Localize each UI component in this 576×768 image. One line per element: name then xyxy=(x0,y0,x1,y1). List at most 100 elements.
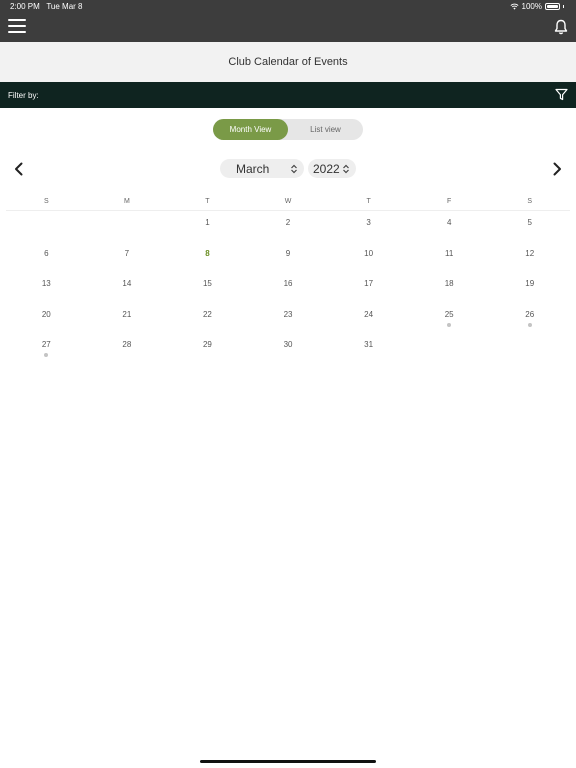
funnel-filter-icon[interactable] xyxy=(555,88,568,101)
calendar-day[interactable]: 13 xyxy=(6,272,87,303)
event-indicator-dot xyxy=(44,353,49,357)
chevron-up-down-icon xyxy=(291,164,297,174)
calendar-day[interactable]: 3 xyxy=(328,211,409,242)
calendar-day[interactable]: 22 xyxy=(167,303,248,334)
calendar-week: 1 2 3 4 5 xyxy=(6,211,570,242)
status-indicators: 100% xyxy=(510,2,564,11)
calendar-day[interactable]: 9 xyxy=(248,242,329,273)
calendar-day[interactable]: 14 xyxy=(87,272,168,303)
chevron-up-down-icon xyxy=(343,164,349,174)
calendar-day-empty xyxy=(6,211,87,242)
calendar-day[interactable]: 11 xyxy=(409,242,490,273)
filter-label: Filter by: xyxy=(8,90,39,100)
day-number: 13 xyxy=(41,279,51,288)
calendar-day[interactable]: 5 xyxy=(489,211,570,242)
day-number: 19 xyxy=(525,279,535,288)
calendar-day[interactable]: 15 xyxy=(167,272,248,303)
calendar-day[interactable]: 26 xyxy=(489,303,570,334)
bell-icon[interactable] xyxy=(554,19,568,35)
calendar-week: 13 14 15 16 17 18 19 xyxy=(6,272,570,303)
page-title-bar: Club Calendar of Events xyxy=(0,42,576,82)
calendar-day[interactable]: 31 xyxy=(328,333,409,364)
weekday-label: S xyxy=(43,198,49,205)
day-number: 10 xyxy=(364,248,374,258)
month-select-value: March xyxy=(236,161,270,176)
weekday-header: S M T W T F S xyxy=(6,196,570,211)
wifi-icon xyxy=(510,3,519,10)
calendar-day[interactable]: 10 xyxy=(328,242,409,273)
day-number: 8 xyxy=(205,248,210,258)
calendar-day[interactable]: 16 xyxy=(248,272,329,303)
battery-percent: 100% xyxy=(521,2,542,11)
calendar-day[interactable]: 17 xyxy=(328,272,409,303)
battery-tip xyxy=(563,5,564,8)
day-number: 18 xyxy=(444,279,454,288)
calendar-day[interactable]: 18 xyxy=(409,272,490,303)
chevron-right-icon[interactable] xyxy=(550,161,564,177)
status-clock: 2:00 PM xyxy=(10,2,40,11)
day-number: 6 xyxy=(44,248,49,258)
day-number: 12 xyxy=(525,248,535,258)
weekday-label: T xyxy=(205,198,210,205)
day-number: 2 xyxy=(285,218,291,227)
calendar-day[interactable]: 20 xyxy=(6,303,87,334)
day-number: 29 xyxy=(202,340,212,349)
calendar-grid: 1 2 3 4 5 6 7 8 9 10 11 12 13 14 15 16 1… xyxy=(6,211,570,364)
hamburger-menu-icon[interactable] xyxy=(8,19,26,35)
day-number: 27 xyxy=(41,340,51,349)
battery-icon xyxy=(545,3,560,10)
calendar-day[interactable]: 25 xyxy=(409,303,490,334)
day-number: 5 xyxy=(527,218,532,227)
calendar-navigation: March 2022 xyxy=(0,158,576,180)
calendar-week: 20 21 22 23 24 25 26 xyxy=(6,303,570,334)
calendar-day[interactable]: 6 xyxy=(6,242,87,273)
view-toggle: Month View List view xyxy=(213,119,363,140)
day-number: 3 xyxy=(366,218,371,227)
status-date: Tue Mar 8 xyxy=(46,2,83,11)
calendar-day[interactable]: 19 xyxy=(489,272,570,303)
weekday-label: F xyxy=(447,198,452,205)
weekday-label: T xyxy=(366,198,371,205)
day-number: 15 xyxy=(202,279,212,288)
calendar-day[interactable]: 12 xyxy=(489,242,570,273)
day-number: 1 xyxy=(205,218,210,227)
calendar-day[interactable]: 23 xyxy=(248,303,329,334)
day-number: 30 xyxy=(283,340,293,349)
day-number: 17 xyxy=(364,279,374,288)
event-indicator-dot xyxy=(527,322,532,327)
day-number: 31 xyxy=(364,340,374,349)
calendar-day[interactable]: 7 xyxy=(87,242,168,273)
calendar-day[interactable]: 28 xyxy=(87,333,168,364)
year-select-value: 2022 xyxy=(313,161,340,176)
day-number: 4 xyxy=(446,218,452,227)
event-indicator-dot xyxy=(447,322,452,327)
filter-bar[interactable]: Filter by: xyxy=(0,82,576,108)
calendar-day-empty xyxy=(409,333,490,364)
day-number: 24 xyxy=(364,309,374,319)
calendar-day[interactable]: 30 xyxy=(248,333,329,364)
calendar-day[interactable]: 27 xyxy=(6,333,87,364)
calendar-day[interactable]: 21 xyxy=(87,303,168,334)
chevron-left-icon[interactable] xyxy=(12,161,26,177)
day-number: 20 xyxy=(41,309,51,319)
calendar-week: 27 28 29 30 31 xyxy=(6,333,570,364)
day-number: 21 xyxy=(122,309,132,319)
weekday-label: M xyxy=(123,198,130,205)
status-time: 2:00 PM Tue Mar 8 xyxy=(10,2,83,11)
day-number: 9 xyxy=(285,248,291,258)
calendar-day-empty xyxy=(489,333,570,364)
calendar-day[interactable]: 1 xyxy=(167,211,248,242)
month-select[interactable]: March xyxy=(220,159,304,178)
year-select[interactable]: 2022 xyxy=(308,159,356,178)
day-number: 16 xyxy=(283,279,293,288)
day-number: 11 xyxy=(445,248,454,258)
calendar-day[interactable]: 29 xyxy=(167,333,248,364)
calendar-day[interactable]: 24 xyxy=(328,303,409,334)
day-number: 7 xyxy=(124,248,130,258)
calendar-day[interactable]: 2 xyxy=(248,211,329,242)
weekday-label: S xyxy=(527,198,533,205)
calendar-day[interactable]: 4 xyxy=(409,211,490,242)
list-view-toggle[interactable]: List view xyxy=(288,119,363,140)
month-view-toggle[interactable]: Month View xyxy=(213,119,288,140)
calendar-day-today[interactable]: 8 xyxy=(167,242,248,273)
